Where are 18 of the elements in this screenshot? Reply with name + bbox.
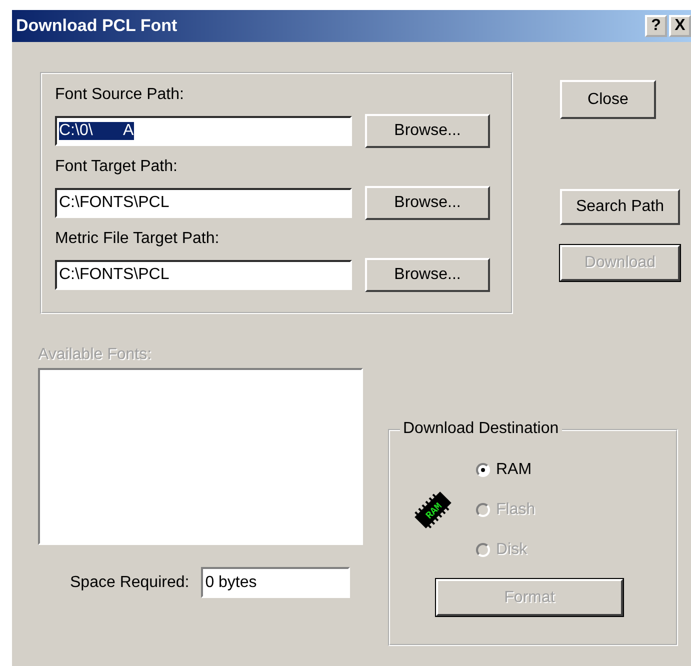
help-button[interactable]: ? bbox=[645, 15, 667, 37]
path-field[interactable]: C:\0\ A bbox=[55, 116, 352, 146]
field-label: Font Source Path: bbox=[55, 86, 185, 104]
field-label: Metric File Target Path: bbox=[55, 230, 220, 248]
field-label: Font Target Path: bbox=[55, 158, 178, 176]
window-close-button[interactable]: X bbox=[669, 15, 691, 37]
radio-option[interactable]: RAM bbox=[476, 461, 536, 479]
space-field: 0 bytes bbox=[201, 567, 350, 598]
window-title: Download PCL Font bbox=[16, 16, 178, 36]
field-label: Space Required: bbox=[70, 574, 190, 592]
dialog-button[interactable]: Close bbox=[560, 80, 656, 119]
fonts-list[interactable] bbox=[38, 368, 363, 545]
browse-button[interactable]: Browse... bbox=[365, 258, 490, 292]
browse-button[interactable]: Browse... bbox=[365, 186, 490, 220]
dialog-button[interactable]: Search Path bbox=[560, 189, 680, 225]
browse-button[interactable]: Browse... bbox=[365, 114, 490, 148]
path-field[interactable]: C:\FONTS\PCL bbox=[55, 188, 352, 218]
path-field[interactable]: C:\FONTS\PCL bbox=[55, 260, 352, 290]
